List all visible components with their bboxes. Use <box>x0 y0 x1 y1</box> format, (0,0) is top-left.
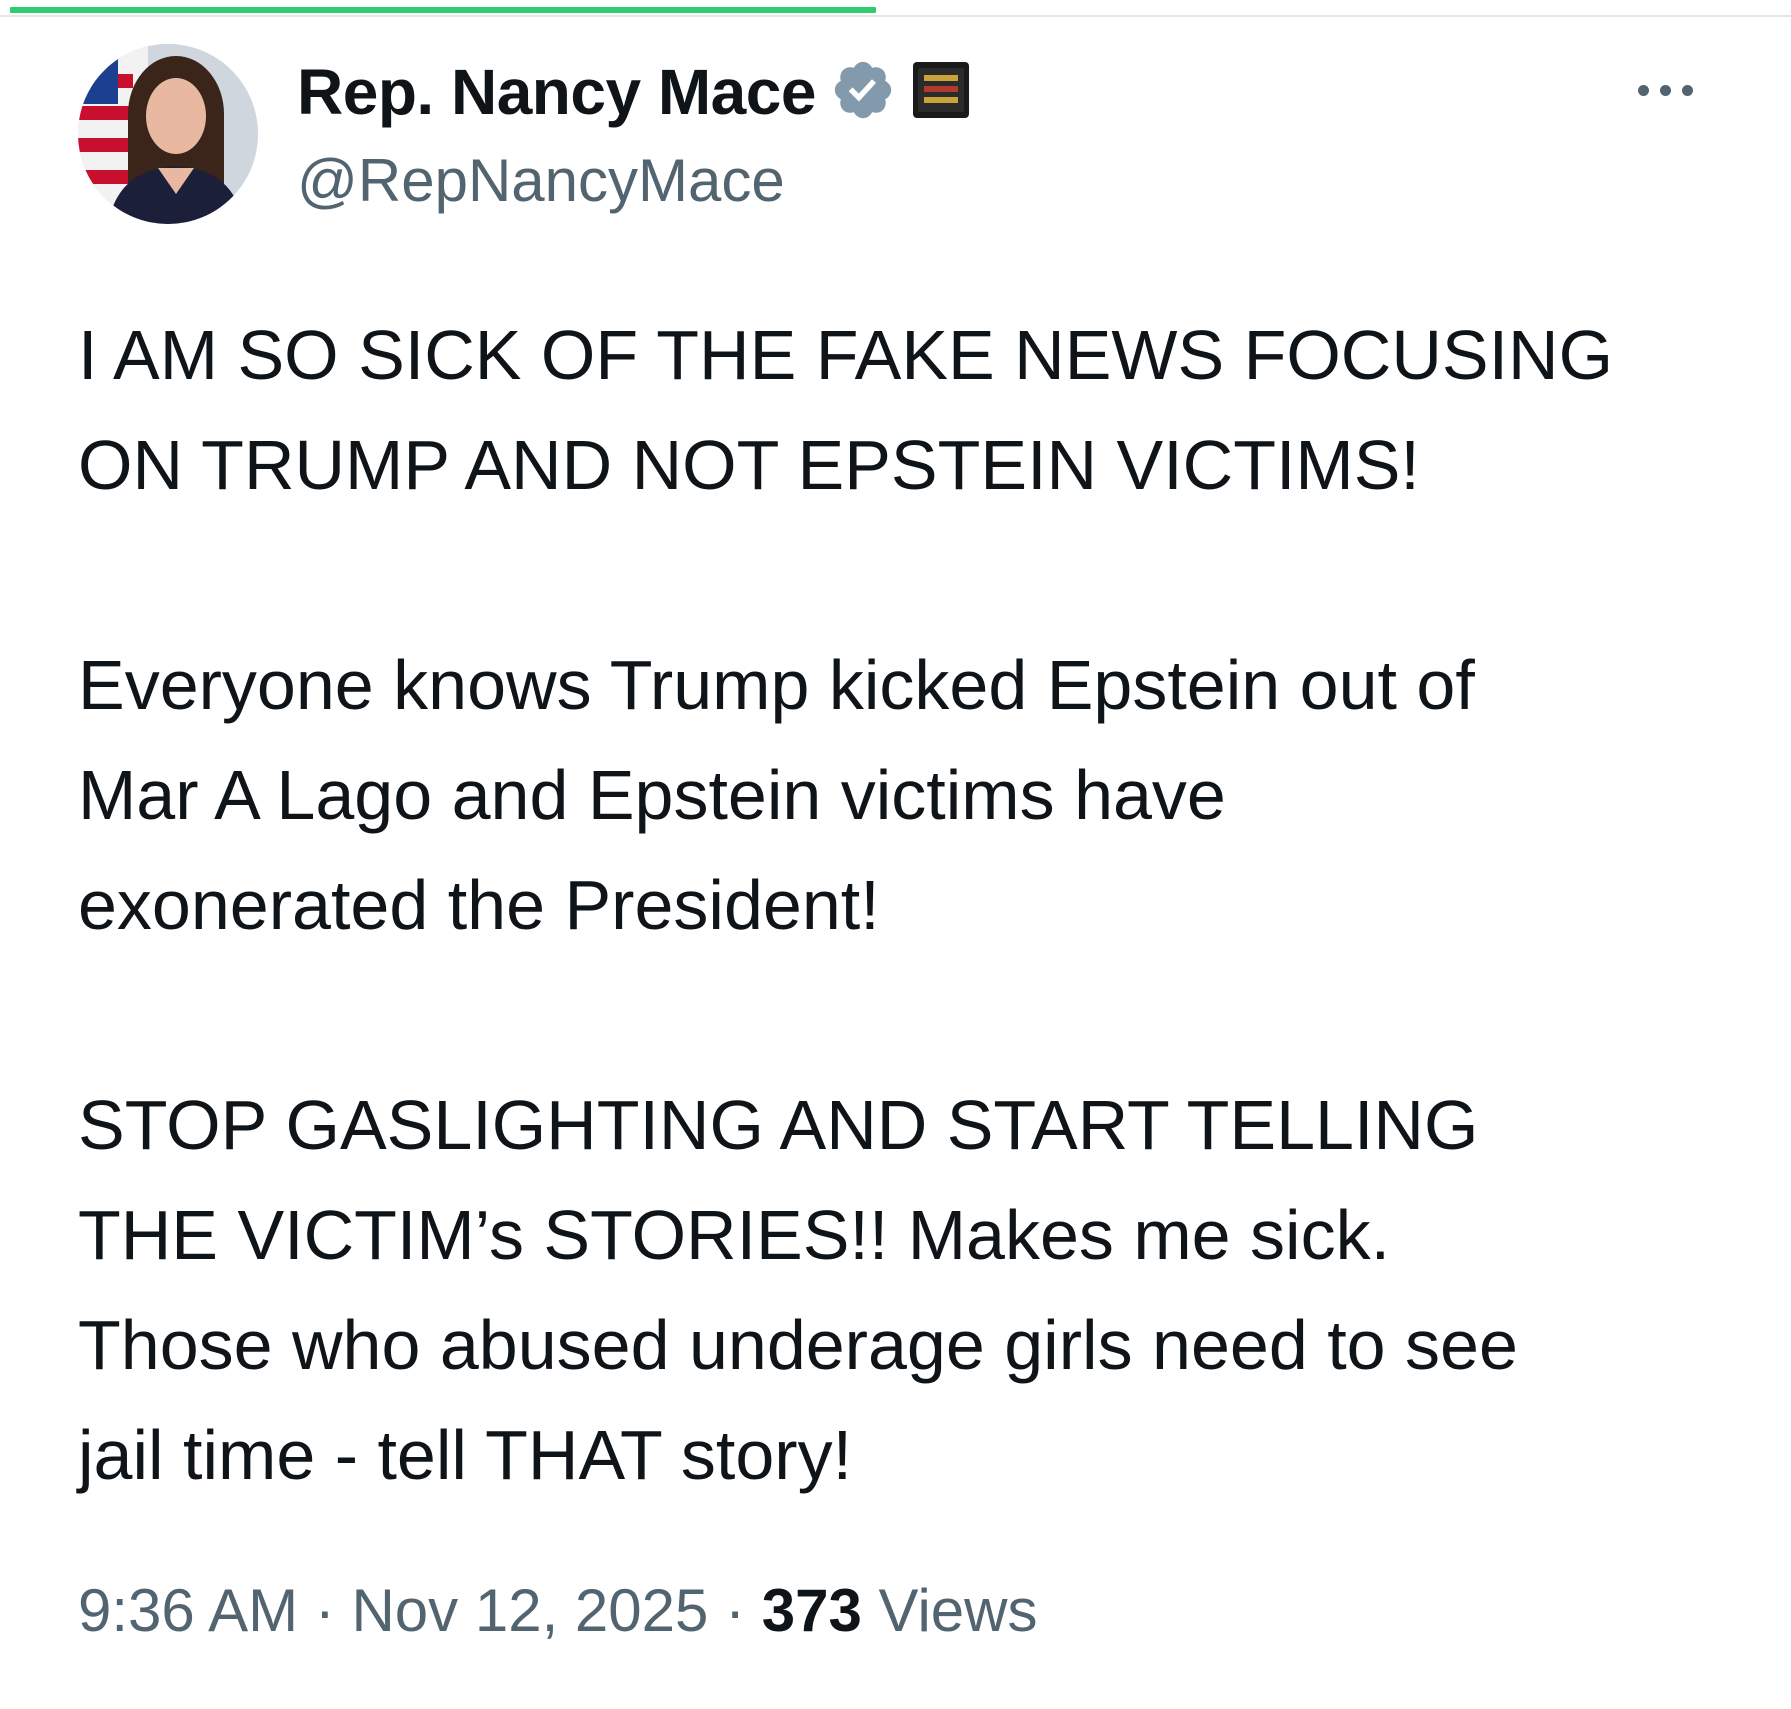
meta-separator: · <box>725 1577 746 1644</box>
tweet-card: Rep. Nancy Mace @RepNancyMace I AM SO SI… <box>0 0 1791 1709</box>
tweet-paragraph: STOP GASLIGHTING AND START TELLING THE V… <box>78 1070 1758 1510</box>
avatar-photo <box>78 44 258 224</box>
user-handle[interactable]: @RepNancyMace <box>297 143 785 219</box>
avatar[interactable] <box>78 44 258 224</box>
tweet-line: Those who abused underage girls need to … <box>78 1306 1518 1384</box>
verified-badge-icon[interactable] <box>830 57 896 128</box>
author-row: Rep. Nancy Mace <box>297 52 972 132</box>
tweet-paragraph: I AM SO SICK OF THE FAKE NEWS FOCUSING O… <box>78 300 1758 520</box>
views-label[interactable]: Views <box>879 1577 1038 1644</box>
tweet-paragraph: Everyone knows Trump kicked Epstein out … <box>78 630 1758 960</box>
meta-separator: · <box>314 1577 335 1644</box>
tweet-date[interactable]: Nov 12, 2025 <box>351 1577 708 1644</box>
views-count[interactable]: 373 <box>762 1577 862 1644</box>
display-name[interactable]: Rep. Nancy Mace <box>297 52 816 132</box>
more-options-icon[interactable] <box>1622 70 1708 110</box>
tweet-line: STOP GASLIGHTING AND START TELLING <box>78 1086 1479 1164</box>
more-dot <box>1659 84 1671 96</box>
tweet-line: THE VICTIM’s STORIES!! Makes me sick. <box>78 1196 1391 1274</box>
tweet-line: I AM SO SICK OF THE FAKE NEWS FOCUSING <box>78 316 1614 394</box>
more-dot <box>1637 84 1649 96</box>
tweet-meta: 9:36 AM · Nov 12, 2025 · 373 Views <box>78 1573 1037 1649</box>
tweet-line: Mar A Lago and Epstein victims have <box>78 756 1226 834</box>
tweet-line: jail time - tell THAT story! <box>78 1416 853 1494</box>
tweet-line: exonerated the President! <box>78 866 880 944</box>
more-dot <box>1681 84 1693 96</box>
tweet-line: ON TRUMP AND NOT EPSTEIN VICTIMS! <box>78 426 1420 504</box>
affiliate-badge-icon[interactable] <box>910 59 972 126</box>
tweet-text: I AM SO SICK OF THE FAKE NEWS FOCUSING O… <box>78 300 1758 1510</box>
tweet-time[interactable]: 9:36 AM <box>78 1577 298 1644</box>
tweet-line: Everyone knows Trump kicked Epstein out … <box>78 646 1475 724</box>
